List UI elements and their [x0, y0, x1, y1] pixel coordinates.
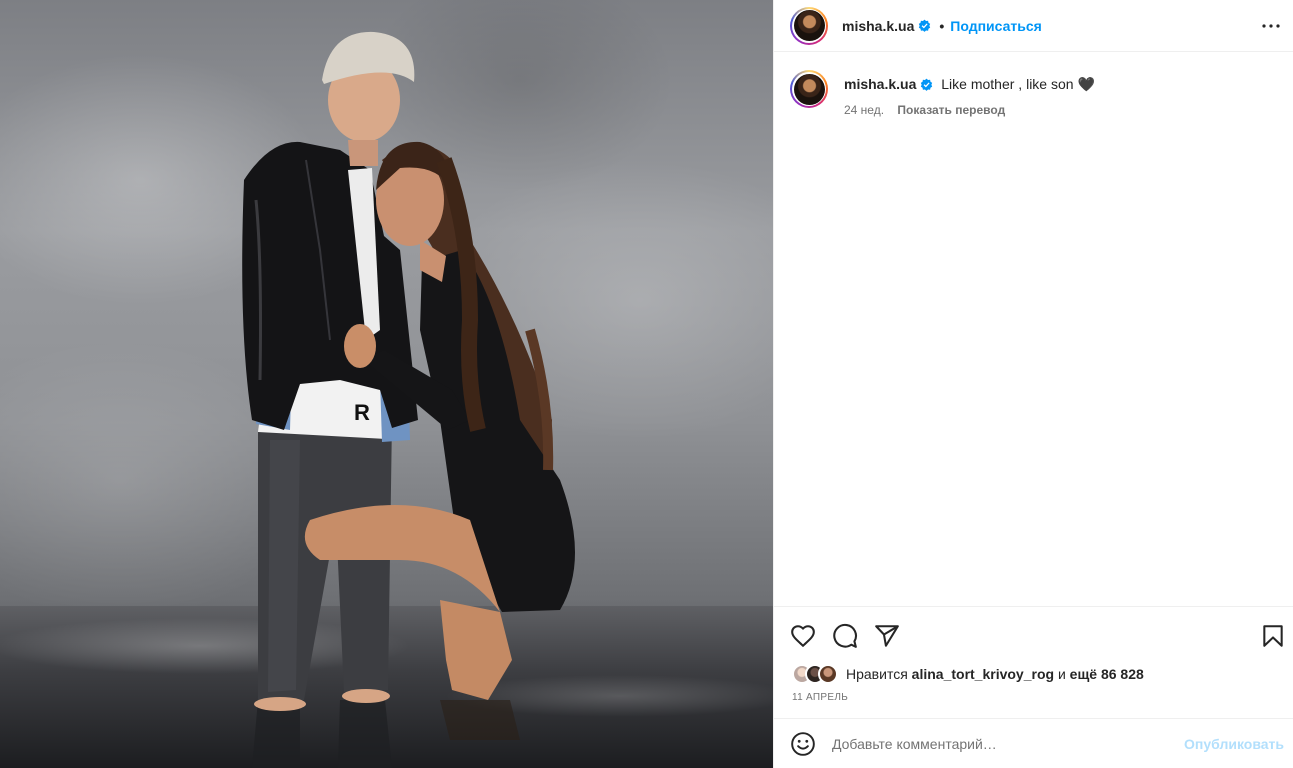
heart-icon[interactable] — [790, 623, 816, 649]
author-username[interactable]: misha.k.ua — [842, 18, 914, 34]
comment-bar: Опубликовать — [774, 718, 1293, 768]
liker-avatars[interactable] — [792, 664, 838, 684]
likes-others-link[interactable]: ещё 86 828 — [1070, 666, 1144, 682]
caption-age[interactable]: 24 нед. — [844, 103, 884, 117]
post-side-panel: misha.k.ua • Подписаться misha.k.ua Like… — [773, 0, 1293, 768]
verified-badge-icon — [919, 19, 931, 32]
verified-badge-icon — [921, 78, 933, 91]
author-avatar[interactable] — [790, 6, 828, 45]
comment-input[interactable] — [832, 735, 1185, 752]
likes-summary: Нравится alina_tort_krivoy_rog и ещё 86 … — [792, 664, 1144, 684]
shirt-print-letter: R — [354, 400, 370, 425]
caption-avatar[interactable] — [790, 70, 828, 108]
post-date[interactable]: 11 АПРЕЛЬ — [792, 692, 848, 703]
likes-prefix: Нравится — [846, 666, 908, 682]
likes-user-link[interactable]: alina_tort_krivoy_rog — [912, 666, 1054, 682]
caption-username[interactable]: misha.k.ua — [844, 76, 916, 92]
bookmark-icon[interactable] — [1260, 623, 1286, 649]
show-translation-button[interactable]: Показать перевод — [897, 103, 1005, 117]
caption-text: Like mother , like son 🖤 — [941, 76, 1095, 92]
post-photo[interactable]: R — [0, 0, 773, 768]
emoji-icon[interactable] — [790, 731, 816, 757]
post-caption: misha.k.ua Like mother , like son 🖤 24 н… — [790, 70, 1278, 117]
post-modal: R misha.k.ua • Подписаться misha.k.ua Li… — [0, 0, 1293, 768]
comment-icon[interactable] — [832, 623, 858, 649]
post-header: misha.k.ua • Подписаться — [774, 0, 1293, 52]
follow-button[interactable]: Подписаться — [950, 18, 1042, 34]
photo-figures: R — [242, 31, 575, 768]
likes-joiner: и — [1057, 666, 1066, 682]
header-separator: • — [939, 17, 945, 34]
publish-comment-button[interactable]: Опубликовать — [1184, 736, 1284, 752]
more-horizontal-icon[interactable] — [1260, 15, 1282, 37]
send-icon[interactable] — [874, 623, 900, 649]
post-actions — [774, 606, 1293, 664]
